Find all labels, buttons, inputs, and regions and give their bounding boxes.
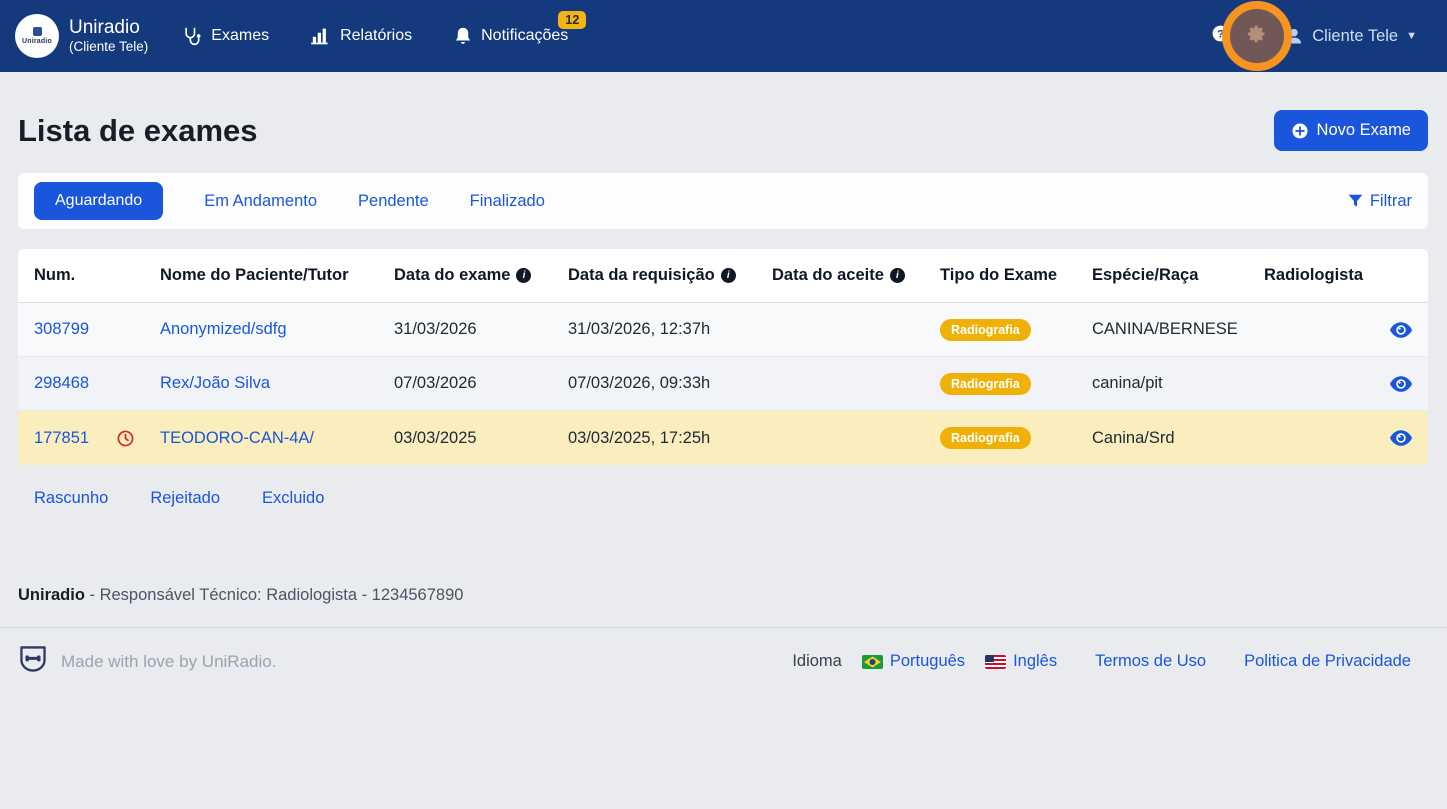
col-especie: Espécie/Raça [1092, 266, 1264, 285]
footer: Made with love by UniRadio. Idioma Portu… [0, 628, 1447, 679]
language-portugues[interactable]: Português [862, 652, 965, 671]
patient-name-link[interactable]: Anonymized/sdfg [160, 320, 287, 338]
gear-icon[interactable] [1247, 24, 1267, 49]
notification-count-badge[interactable]: 12 [558, 11, 586, 29]
table-row-highlighted: 177851 TEODORO-CAN-4A/ 03/03/2025 03/03/… [18, 411, 1428, 465]
col-data-aceite: Data do aceitei [772, 266, 940, 285]
uniradio-logo: Uniradio [15, 14, 59, 58]
nav-label-relatorios: Relatórios [340, 27, 412, 45]
patient-name-link[interactable]: TEODORO-CAN-4A/ [160, 429, 314, 447]
info-icon[interactable]: i [890, 268, 905, 283]
plus-circle-icon [1291, 122, 1309, 140]
language-label: Idioma [792, 652, 842, 671]
link-excluido[interactable]: Excluido [262, 489, 324, 508]
language-ingles[interactable]: Inglês [985, 652, 1057, 671]
species-breed: Canina/Srd [1092, 429, 1264, 448]
terms-of-use-link[interactable]: Termos de Uso [1095, 652, 1206, 671]
exam-date: 31/03/2026 [394, 320, 568, 339]
info-icon[interactable]: i [516, 268, 531, 283]
exam-type-badge: Radiografia [940, 373, 1031, 395]
nav-label-notificacoes: Notificações [481, 27, 568, 45]
person-icon [1284, 26, 1304, 46]
exam-table: Num. Nome do Paciente/Tutor Data do exam… [18, 249, 1428, 465]
col-num: Num. [34, 266, 160, 285]
bone-shield-icon [18, 644, 48, 679]
privacy-policy-link[interactable]: Politica de Privacidade [1244, 652, 1411, 671]
nav-menu: Exames Relatórios Notificações 12 [182, 26, 568, 46]
page-title: Lista de exames [18, 113, 258, 149]
table-header-row: Num. Nome do Paciente/Tutor Data do exam… [18, 249, 1428, 303]
user-menu[interactable]: Cliente Tele ▼ [1284, 26, 1417, 46]
request-date: 03/03/2025, 17:25h [568, 429, 772, 448]
brand[interactable]: Uniradio Uniradio (Cliente Tele) [15, 14, 148, 58]
nav-item-relatorios[interactable]: Relatórios [311, 27, 412, 45]
filter-button[interactable]: Filtrar [1348, 192, 1412, 211]
tab-aguardando[interactable]: Aguardando [34, 182, 163, 220]
patient-name-link[interactable]: Rex/João Silva [160, 374, 270, 392]
svg-text:?: ? [1217, 28, 1224, 40]
made-with-text: Made with love by UniRadio. [61, 652, 276, 672]
col-data-exame: Data do examei [394, 266, 568, 285]
info-icon[interactable]: i [721, 268, 736, 283]
extra-status-links: Rascunho Rejeitado Excluido [34, 489, 1429, 508]
nav-item-exames[interactable]: Exames [182, 26, 269, 46]
view-exam-eye-icon[interactable] [1390, 430, 1412, 446]
user-label: Cliente Tele [1312, 27, 1398, 46]
species-breed: canina/pit [1092, 374, 1264, 393]
brand-subtitle: (Cliente Tele) [69, 39, 148, 55]
col-tipo: Tipo do Exame [940, 266, 1092, 285]
logo-text: Uniradio [22, 38, 52, 45]
table-row: 308799 Anonymized/sdfg 31/03/2026 31/03/… [18, 303, 1428, 357]
col-radiologista: Radiologista [1264, 266, 1412, 285]
tab-pendente[interactable]: Pendente [358, 192, 429, 211]
exam-type-badge: Radiografia [940, 427, 1031, 449]
link-rascunho[interactable]: Rascunho [34, 489, 108, 508]
exam-number-link[interactable]: 298468 [34, 374, 89, 393]
col-data-requisicao: Data da requisiçãoi [568, 266, 772, 285]
nav-label-exames: Exames [211, 27, 269, 45]
view-exam-eye-icon[interactable] [1390, 322, 1412, 338]
us-flag-icon [985, 655, 1006, 669]
tab-finalizado[interactable]: Finalizado [470, 192, 545, 211]
filter-funnel-icon [1348, 194, 1363, 208]
bar-chart-icon [311, 27, 331, 45]
tab-em-andamento[interactable]: Em Andamento [204, 192, 317, 211]
logo-mark-icon [33, 27, 42, 36]
brand-title: Uniradio [69, 17, 148, 39]
request-date: 07/03/2026, 09:33h [568, 374, 772, 393]
chevron-down-icon: ▼ [1406, 30, 1417, 42]
table-row: 298468 Rex/João Silva 07/03/2026 07/03/2… [18, 357, 1428, 411]
technical-responsible-line: Uniradio - Responsável Técnico: Radiolog… [18, 586, 1429, 605]
view-exam-eye-icon[interactable] [1390, 376, 1412, 392]
exam-date: 07/03/2026 [394, 374, 568, 393]
status-tabs: Aguardando Em Andamento Pendente Finaliz… [18, 173, 1428, 229]
top-navbar: Uniradio Uniradio (Cliente Tele) Exames … [0, 0, 1447, 72]
nav-item-notificacoes[interactable]: Notificações 12 [454, 26, 568, 46]
request-date: 31/03/2026, 12:37h [568, 320, 772, 339]
stethoscope-icon [182, 26, 202, 46]
link-rejeitado[interactable]: Rejeitado [150, 489, 220, 508]
brazil-flag-icon [862, 655, 883, 669]
nav-right: ? Cliente Tele ▼ [1211, 24, 1417, 48]
settings-gear-wrap [1247, 26, 1267, 46]
bell-icon [454, 26, 472, 46]
new-exam-button[interactable]: Novo Exame [1274, 110, 1428, 151]
exam-type-badge: Radiografia [940, 319, 1031, 341]
exam-date: 03/03/2025 [394, 429, 568, 448]
overdue-clock-icon [117, 430, 134, 447]
exam-number-link[interactable]: 308799 [34, 320, 89, 339]
col-nome: Nome do Paciente/Tutor [160, 266, 394, 285]
exam-number-link[interactable]: 177851 [34, 429, 89, 448]
species-breed: CANINA/BERNESE [1092, 320, 1264, 339]
help-icon[interactable]: ? [1211, 24, 1230, 48]
